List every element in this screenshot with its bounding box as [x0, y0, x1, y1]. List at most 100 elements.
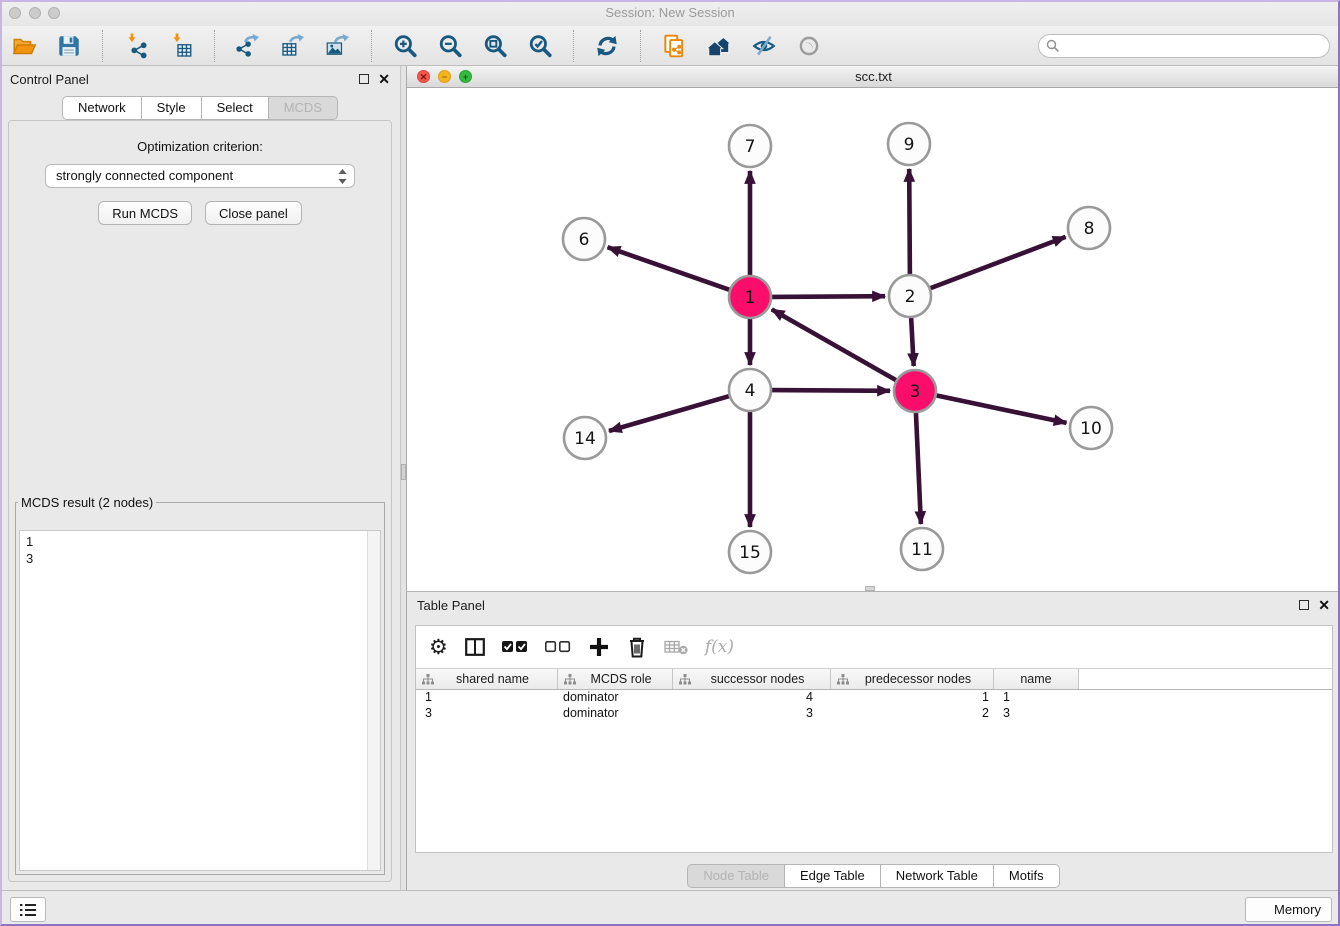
memory-label: Memory [1274, 902, 1321, 917]
table-cell[interactable]: 2 [831, 706, 994, 722]
graph-edge-1-6[interactable] [608, 247, 731, 290]
toolbar-separator [371, 30, 372, 62]
table-panel: Table Panel ✕ ⚙ f(x) shared nameMCDS rol… [407, 591, 1340, 890]
tab-motifs[interactable]: Motifs [994, 864, 1060, 888]
table-cell[interactable]: 4 [673, 690, 831, 706]
graph-edge-3-1[interactable] [772, 309, 897, 380]
table-cell[interactable]: 3 [416, 706, 558, 722]
show-columns-button[interactable] [465, 638, 485, 656]
delete-row-button[interactable] [627, 636, 647, 658]
memory-button[interactable]: Memory [1245, 897, 1332, 922]
tab-network[interactable]: Network [62, 96, 142, 120]
dropdown-stepper-icon [338, 169, 347, 191]
close-panel-icon[interactable]: ✕ [378, 73, 390, 85]
graph-edge-3-10[interactable] [936, 395, 1067, 423]
node-label: 11 [911, 540, 933, 560]
table-cell[interactable]: dominator [558, 706, 673, 722]
graph-node-11[interactable]: 11 [901, 528, 943, 570]
add-row-button[interactable] [588, 636, 610, 658]
close-panel-button[interactable]: Close panel [205, 201, 302, 225]
open-file-button[interactable] [10, 32, 38, 60]
column-header-successor-nodes[interactable]: successor nodes [673, 669, 831, 689]
control-panel-title: Control Panel [10, 72, 89, 87]
list-icon [19, 903, 37, 917]
table-row[interactable]: 1dominator411 [416, 690, 1332, 706]
graph-edge-4-3[interactable] [771, 390, 890, 391]
table-cell[interactable]: 1 [994, 690, 1079, 706]
refresh-view-button[interactable] [593, 32, 621, 60]
import-network-button[interactable] [122, 32, 150, 60]
graph-edge-2-8[interactable] [930, 237, 1066, 289]
show-eye-button[interactable] [795, 32, 823, 60]
column-header-MCDS-role[interactable]: MCDS role [558, 669, 673, 689]
graph-node-6[interactable]: 6 [563, 218, 605, 260]
zoom-out-button[interactable] [436, 32, 464, 60]
export-network-icon [235, 33, 261, 59]
tab-style[interactable]: Style [142, 96, 202, 120]
tab-select[interactable]: Select [202, 96, 269, 120]
table-cell[interactable]: 3 [673, 706, 831, 722]
control-panel-tabs: NetworkStyleSelectMCDS [0, 96, 400, 120]
import-table-button[interactable] [167, 32, 195, 60]
export-image-button[interactable] [324, 32, 352, 60]
graph-node-14[interactable]: 14 [564, 417, 606, 459]
select-all-button[interactable] [502, 640, 528, 654]
duplicate-network-button[interactable] [660, 32, 688, 60]
float-panel-icon[interactable] [359, 74, 369, 84]
graph-node-3[interactable]: 3 [894, 370, 936, 412]
graph-node-2[interactable]: 2 [889, 275, 931, 317]
table-cell[interactable]: 3 [994, 706, 1079, 722]
splitter-handle[interactable] [401, 464, 406, 480]
graph-edge-2-9[interactable] [909, 169, 910, 275]
deselect-all-button[interactable] [545, 640, 571, 654]
vertical-splitter[interactable] [400, 66, 407, 890]
network-canvas[interactable]: 7 9 6 8 1 2 4 3 14 10 15 11 [407, 88, 1340, 591]
delete-table-icon [664, 639, 688, 655]
criterion-dropdown[interactable]: strongly connected component [45, 164, 355, 188]
column-header-name[interactable]: name [994, 669, 1079, 689]
zoom-in-button[interactable] [391, 32, 419, 60]
float-table-panel-icon[interactable] [1299, 600, 1309, 610]
graph-node-1[interactable]: 1 [729, 276, 771, 318]
delete-table-button [664, 639, 688, 655]
task-history-button[interactable] [10, 897, 46, 922]
table-cell[interactable]: 1 [831, 690, 994, 706]
graph-edge-3-11[interactable] [916, 412, 921, 524]
close-table-panel-icon[interactable]: ✕ [1318, 599, 1330, 611]
home-button[interactable] [705, 32, 733, 60]
zoom-out-icon [437, 33, 463, 59]
save-session-button[interactable] [55, 32, 83, 60]
tab-edge-table[interactable]: Edge Table [785, 864, 881, 888]
column-header-predecessor-nodes[interactable]: predecessor nodes [831, 669, 994, 689]
tab-network-table[interactable]: Network Table [881, 864, 994, 888]
zoom-selected-button[interactable] [526, 32, 554, 60]
graph-edge-2-3[interactable] [911, 317, 914, 366]
table-settings-button[interactable]: ⚙ [429, 637, 448, 657]
graph-node-10[interactable]: 10 [1070, 407, 1112, 449]
run-mcds-button[interactable]: Run MCDS [98, 201, 192, 225]
optimization-criterion-label: Optimization criterion: [9, 139, 391, 154]
table-row[interactable]: 3dominator323 [416, 706, 1332, 722]
search-input[interactable] [1038, 34, 1330, 58]
table-cell[interactable]: 1 [416, 690, 558, 706]
tab-node-table[interactable]: Node Table [687, 864, 785, 888]
main-toolbar [0, 26, 1340, 66]
hide-eye-button[interactable] [750, 32, 778, 60]
result-scrollbar[interactable] [367, 531, 380, 870]
graph-node-9[interactable]: 9 [888, 123, 930, 165]
graph-node-15[interactable]: 15 [729, 531, 771, 573]
column-header-shared-name[interactable]: shared name [416, 669, 558, 689]
tab-mcds[interactable]: MCDS [269, 96, 338, 120]
node-label: 15 [739, 543, 761, 563]
mcds-result-area[interactable]: 1 3 [19, 530, 381, 871]
node-label: 8 [1084, 219, 1095, 239]
export-network-button[interactable] [234, 32, 262, 60]
graph-node-7[interactable]: 7 [729, 125, 771, 167]
graph-node-8[interactable]: 8 [1068, 207, 1110, 249]
graph-edge-4-14[interactable] [609, 396, 730, 431]
graph-edge-1-2[interactable] [771, 296, 885, 297]
zoom-fit-button[interactable] [481, 32, 509, 60]
graph-node-4[interactable]: 4 [729, 369, 771, 411]
export-table-button[interactable] [279, 32, 307, 60]
table-cell[interactable]: dominator [558, 690, 673, 706]
